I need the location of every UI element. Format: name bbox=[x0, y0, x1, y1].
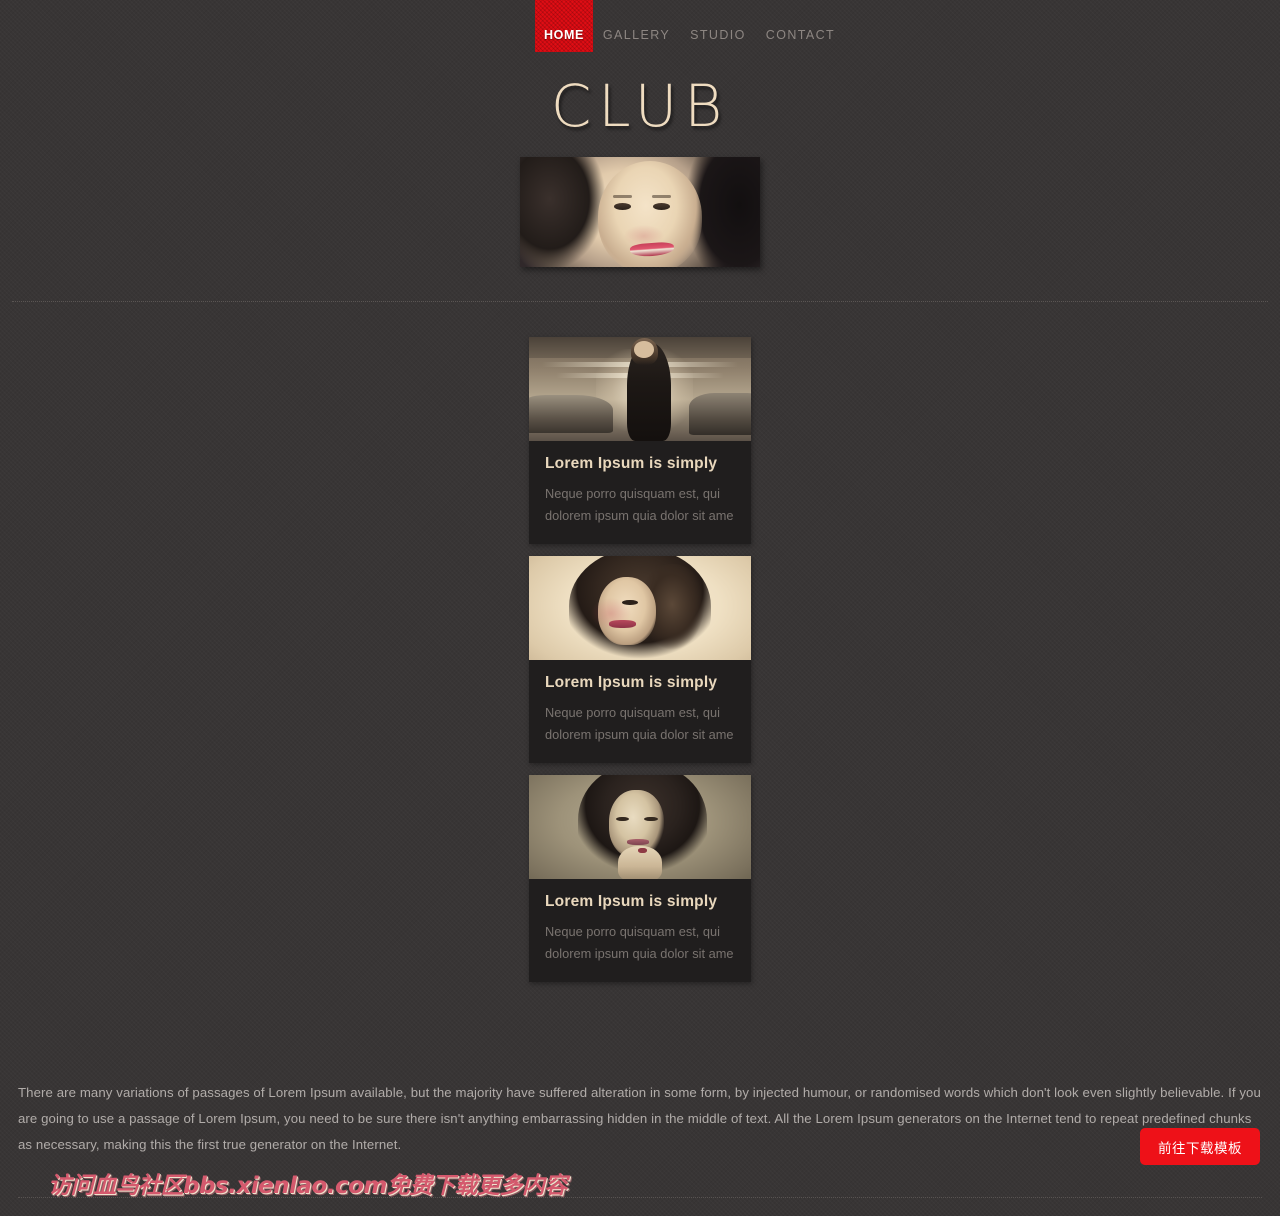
curly-portrait-illustration bbox=[529, 556, 751, 660]
content-card[interactable]: Lorem Ipsum is simply Neque porro quisqu… bbox=[529, 775, 751, 982]
download-template-button[interactable]: 前往下载模板 bbox=[1140, 1128, 1260, 1165]
content-card-list: Lorem Ipsum is simply Neque porro quisqu… bbox=[529, 337, 751, 994]
hero-brow-left bbox=[613, 195, 632, 198]
chin-lips bbox=[626, 839, 649, 845]
hero-brow-right bbox=[652, 195, 671, 198]
nav-item-contact[interactable]: CONTACT bbox=[756, 0, 845, 60]
nav-item-gallery[interactable]: GALLERY bbox=[593, 0, 680, 60]
chin-fingernail bbox=[637, 847, 647, 853]
site-watermark: 访问血鸟社区bbs.xienlao.com免费下载更多内容 bbox=[48, 1173, 567, 1199]
curly-lips bbox=[608, 620, 636, 628]
main-navigation: HOME GALLERY STUDIO CONTACT bbox=[0, 0, 1280, 60]
chin-portrait-illustration bbox=[529, 775, 751, 879]
nav-item-studio[interactable]: STUDIO bbox=[680, 0, 756, 60]
card-image-garage bbox=[529, 337, 751, 441]
card-title: Lorem Ipsum is simply bbox=[545, 455, 718, 472]
hero-eye-right bbox=[653, 203, 670, 210]
footer-paragraph: There are many variations of passages of… bbox=[18, 1085, 1261, 1152]
card-body-text: Neque porro quisquam est, qui dolorem ip… bbox=[545, 705, 734, 742]
site-logo: CLUB bbox=[550, 72, 730, 140]
curly-eye bbox=[622, 599, 638, 605]
content-card[interactable]: Lorem Ipsum is simply Neque porro quisqu… bbox=[529, 337, 751, 544]
top-divider bbox=[12, 301, 1268, 302]
content-card[interactable]: Lorem Ipsum is simply Neque porro quisqu… bbox=[529, 556, 751, 763]
garage-car-left bbox=[529, 395, 614, 433]
nav-item-home[interactable]: HOME bbox=[535, 0, 593, 52]
chin-eye-right bbox=[644, 816, 658, 822]
card-body-text: Neque porro quisquam est, qui dolorem ip… bbox=[545, 486, 734, 523]
garage-illustration bbox=[529, 337, 751, 441]
garage-car-right bbox=[688, 393, 751, 435]
card-body-text: Neque porro quisquam est, qui dolorem ip… bbox=[545, 924, 734, 961]
card-title: Lorem Ipsum is simply bbox=[545, 893, 718, 910]
hero-eye-left bbox=[614, 203, 631, 210]
hero-portrait-image bbox=[520, 157, 760, 267]
card-image-chin-portrait bbox=[529, 775, 751, 879]
footer-block: There are many variations of passages of… bbox=[0, 1080, 1280, 1158]
card-image-curly-portrait bbox=[529, 556, 751, 660]
nav-item-list: HOME GALLERY STUDIO CONTACT bbox=[535, 0, 845, 60]
card-title: Lorem Ipsum is simply bbox=[545, 674, 718, 691]
